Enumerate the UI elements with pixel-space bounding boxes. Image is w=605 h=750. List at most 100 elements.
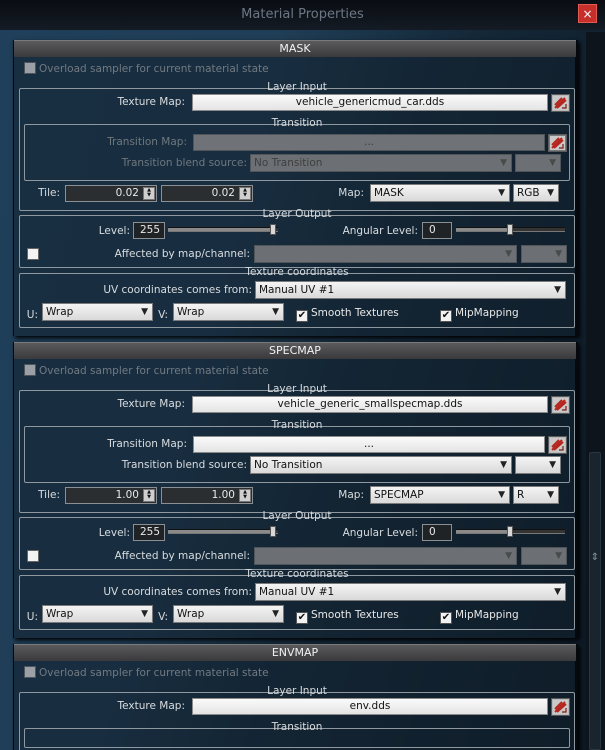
window-titlebar: Material Properties × <box>0 0 605 30</box>
texture-coordinates-group-title-row: Texture coordinates <box>20 267 574 278</box>
mipmapping-checkbox[interactable]: ✔ MipMapping <box>440 307 519 322</box>
angular-level-slider[interactable] <box>456 224 565 235</box>
slider-fill <box>456 530 507 533</box>
channel-dropdown[interactable]: RGB ▼ <box>513 184 559 202</box>
transition-blend-dropdown[interactable]: No Transition ▼ <box>250 456 512 474</box>
checkbox-icon[interactable] <box>24 364 36 376</box>
checkbox-icon[interactable]: ✔ <box>440 310 452 322</box>
texture-map-picker-button[interactable] <box>551 94 570 112</box>
spinner-arrows-icon[interactable]: ▲ ▼ <box>239 187 251 200</box>
spinner-arrows-icon[interactable]: ▲ ▼ <box>143 187 155 200</box>
spinner-arrows-icon[interactable]: ▲ ▼ <box>143 489 155 502</box>
angular-level-field[interactable]: 0 <box>422 222 452 239</box>
transition-group-title: Transition <box>271 721 323 733</box>
affected-channel-dropdown[interactable]: ▼ <box>521 245 567 263</box>
affected-checkbox[interactable] <box>27 550 39 562</box>
smooth-textures-checkbox[interactable]: ✔ Smooth Textures <box>296 609 399 624</box>
map-dropdown[interactable]: SPECMAP ▼ <box>370 486 510 504</box>
checkbox-icon[interactable]: ✔ <box>296 310 308 322</box>
close-button[interactable]: × <box>578 4 597 23</box>
u-wrap-dropdown[interactable]: Wrap ▼ <box>42 303 153 321</box>
overload-sampler-label: Overload sampler for current material st… <box>39 365 269 377</box>
tile-v-spinner[interactable]: 0.02 ▲ ▼ <box>161 185 253 202</box>
checkbox-icon[interactable] <box>24 666 36 678</box>
transition-map-picker-button[interactable] <box>548 134 567 152</box>
checkbox-icon[interactable] <box>24 62 36 74</box>
slider-thumb[interactable] <box>270 526 276 537</box>
transition-map-field[interactable]: ... <box>193 436 545 453</box>
affected-checkbox[interactable] <box>27 248 39 260</box>
angular-level-field[interactable]: 0 <box>422 524 452 541</box>
uv-source-dropdown[interactable]: Manual UV #1 ▼ <box>255 281 566 299</box>
panel-specmap: SPECMAP Overload sampler for current mate… <box>13 342 578 638</box>
u-label: U: <box>26 309 38 321</box>
v-label: V: <box>158 309 168 321</box>
uv-source-label: UV coordinates comes from: <box>103 284 252 296</box>
checkbox-icon[interactable]: ✔ <box>296 612 308 624</box>
chevron-down-icon: ▼ <box>272 307 279 317</box>
v-wrap-dropdown-value: Wrap <box>177 306 205 318</box>
u-wrap-dropdown[interactable]: Wrap ▼ <box>42 605 153 623</box>
transition-map-field[interactable]: ... <box>193 134 545 151</box>
panel-header[interactable]: SPECMAP <box>14 342 576 359</box>
slider-fill <box>168 228 270 231</box>
uv-source-dropdown-value: Manual UV #1 <box>259 284 335 296</box>
map-label: Map: <box>338 489 364 501</box>
tile-u-spinner[interactable]: 0.02 ▲ ▼ <box>65 185 157 202</box>
checkbox-icon[interactable]: ✔ <box>440 612 452 624</box>
level-field[interactable]: 255 <box>133 222 165 239</box>
texture-map-field[interactable]: vehicle_generic_smallspecmap.dds <box>192 396 548 413</box>
channel-dropdown-value: R <box>517 489 525 501</box>
transition-blend-extra-dropdown[interactable]: ▼ <box>515 154 561 172</box>
texture-map-field[interactable]: vehicle_genericmud_car.dds <box>192 94 548 111</box>
v-wrap-dropdown[interactable]: Wrap ▼ <box>173 605 284 623</box>
layer-output-group-title: Layer Output <box>262 208 332 220</box>
layer-input-group: Layer Input Texture Map: vehicle_generic_s… <box>19 384 575 513</box>
texture-map-picker-button[interactable] <box>551 396 570 414</box>
u-wrap-dropdown-value: Wrap <box>46 306 74 318</box>
angular-level-slider[interactable] <box>456 526 565 537</box>
chevron-down-icon: ▼ <box>547 188 554 198</box>
affected-map-dropdown[interactable]: ▼ <box>254 245 517 263</box>
v-wrap-dropdown[interactable]: Wrap ▼ <box>173 303 284 321</box>
level-field[interactable]: 255 <box>133 524 165 541</box>
map-dropdown[interactable]: MASK ▼ <box>370 184 510 202</box>
transition-blend-dropdown[interactable]: No Transition ▼ <box>250 154 512 172</box>
transition-blend-label: Transition blend source: <box>121 157 247 169</box>
chevron-down-icon: ▼ <box>500 158 507 168</box>
overload-sampler-checkbox[interactable]: Overload sampler for current material st… <box>24 62 269 76</box>
layer-input-group-title: Layer Input <box>267 685 327 697</box>
affected-channel-dropdown[interactable]: ▼ <box>521 547 567 565</box>
spinner-arrows-icon[interactable]: ▲ ▼ <box>239 489 251 502</box>
tile-v-spinner[interactable]: 1.00 ▲ ▼ <box>161 487 253 504</box>
level-slider[interactable] <box>168 224 278 235</box>
tile-v-spinner-value: 0.02 <box>211 187 235 199</box>
uv-source-dropdown[interactable]: Manual UV #1 ▼ <box>255 583 566 601</box>
affected-map-dropdown[interactable]: ▼ <box>254 547 517 565</box>
layer-output-group: Layer Output Level: 255 Angular Level: 0 Affe… <box>19 209 575 268</box>
panel-header[interactable]: ENVMAP <box>14 644 576 661</box>
texture-map-field[interactable]: env.dds <box>192 698 548 715</box>
layer-output-group-title-row: Layer Output <box>20 209 574 220</box>
channel-dropdown[interactable]: R ▼ <box>513 486 559 504</box>
slider-thumb[interactable] <box>507 224 513 235</box>
mipmapping-checkbox[interactable]: ✔ MipMapping <box>440 609 519 624</box>
slider-thumb[interactable] <box>270 224 276 235</box>
texture-map-picker-button[interactable] <box>551 698 570 716</box>
tile-u-spinner[interactable]: 1.00 ▲ ▼ <box>65 487 157 504</box>
smooth-textures-checkbox[interactable]: ✔ Smooth Textures <box>296 307 399 322</box>
level-slider[interactable] <box>168 526 278 537</box>
slider-fill <box>456 228 507 231</box>
overload-sampler-checkbox[interactable]: Overload sampler for current material st… <box>24 364 269 378</box>
uv-source-label: UV coordinates comes from: <box>103 586 252 598</box>
slider-thumb[interactable] <box>507 526 513 537</box>
overload-sampler-checkbox[interactable]: Overload sampler for current material st… <box>24 666 269 680</box>
map-dropdown-value: MASK <box>374 187 404 199</box>
transition-map-picker-button[interactable] <box>548 436 567 454</box>
tile-u-spinner-value: 1.00 <box>115 489 139 501</box>
transition-blend-extra-dropdown[interactable]: ▼ <box>515 456 561 474</box>
panel-header[interactable]: MASK <box>14 40 576 57</box>
scrollbar-thumb[interactable] <box>589 452 601 750</box>
chevron-down-icon: ▼ <box>555 249 562 259</box>
window-title: Material Properties <box>241 7 364 22</box>
